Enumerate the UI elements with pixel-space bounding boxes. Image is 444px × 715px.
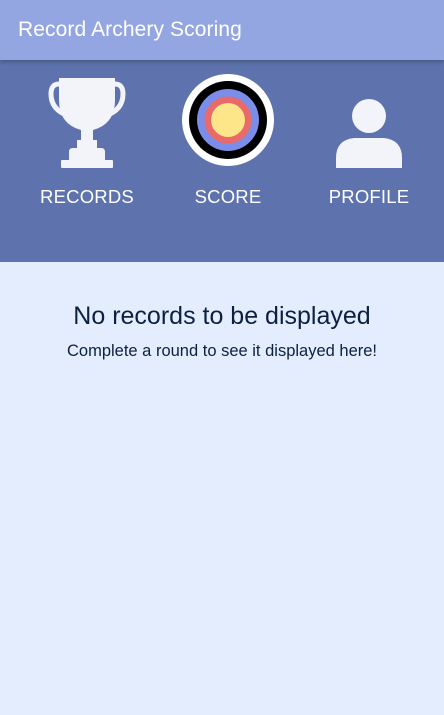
app-bar: Record Archery Scoring: [0, 0, 444, 60]
nav-label-records: RECORDS: [40, 186, 134, 207]
empty-state-title: No records to be displayed: [73, 302, 371, 330]
nav-bar: RECORDS SCORE PROFILE: [0, 60, 444, 262]
app-title: Record Archery Scoring: [18, 18, 242, 41]
nav-label-score: SCORE: [194, 186, 262, 207]
nav-item-profile[interactable]: PROFILE: [308, 60, 430, 262]
nav-label-profile: PROFILE: [328, 186, 410, 207]
nav-item-records[interactable]: RECORDS: [26, 60, 148, 262]
archery-target-icon: [167, 60, 289, 168]
trophy-icon: [26, 60, 148, 168]
nav-item-score[interactable]: SCORE: [167, 60, 289, 262]
person-icon: [308, 60, 430, 168]
records-empty-state: No records to be displayed Complete a ro…: [0, 262, 444, 361]
empty-state-subtitle: Complete a round to see it displayed her…: [66, 342, 378, 360]
